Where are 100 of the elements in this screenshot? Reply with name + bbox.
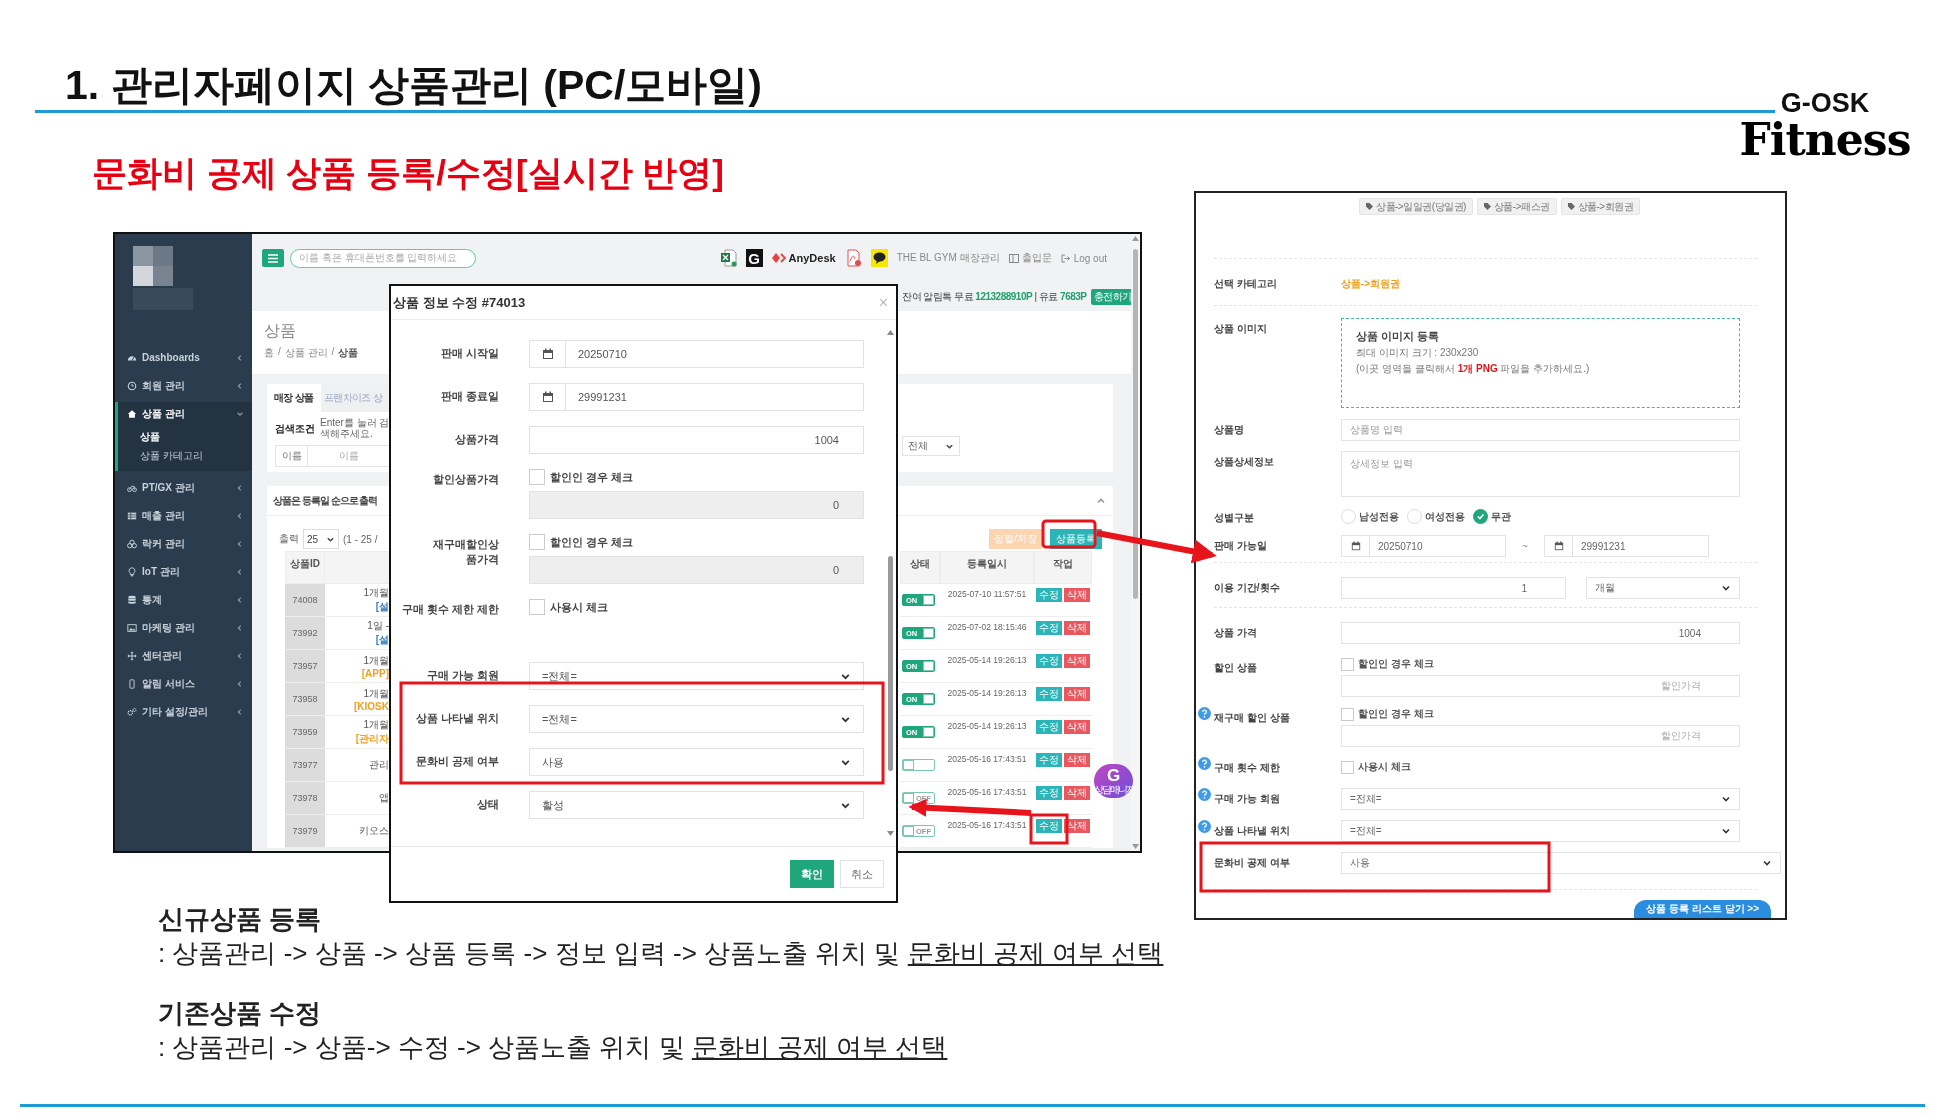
sidebar-item[interactable]: PT/GX 관리 (115, 476, 252, 499)
filter-select[interactable]: 전체 (902, 436, 960, 456)
sidebar-item[interactable]: 센터관리 (115, 644, 252, 667)
sidebar-item[interactable]: Dashboards (115, 346, 252, 369)
select-field[interactable]: =전체= (1341, 788, 1740, 811)
delete-button[interactable]: 삭제 (1064, 753, 1090, 767)
date-field[interactable]: 29991231 (529, 383, 864, 411)
select-field[interactable]: 사용 (1341, 852, 1781, 875)
scroll-down-icon[interactable] (886, 831, 894, 836)
radio-button[interactable] (1473, 509, 1488, 525)
edit-button[interactable]: 수정 (1036, 753, 1062, 767)
table-cell: 74008 (285, 584, 325, 617)
sidebar-item[interactable]: IoT 관리 (115, 560, 252, 583)
sidebar-subitem[interactable]: 상품 (140, 427, 252, 446)
date-field[interactable]: 20250710 (1341, 535, 1506, 558)
product-name-field[interactable]: 상품명 입력 (1341, 419, 1740, 442)
table-cell: 73978 (285, 782, 325, 815)
chevron-icon (236, 539, 244, 548)
spreadsheet-icon[interactable] (719, 249, 737, 267)
select-field[interactable]: =전체= (1341, 820, 1740, 843)
help-icon[interactable] (1198, 820, 1211, 834)
table-cell: 73992 (285, 617, 325, 650)
category-chip[interactable]: 상품->회원권 (1560, 198, 1641, 215)
edit-button[interactable]: 수정 (1036, 786, 1062, 800)
note-text: : 상품관리 -> 상품-> 수정 -> 상품노출 위치 및 문화비 공제 여부 선택 (158, 1031, 949, 1064)
checkbox[interactable] (1341, 657, 1354, 671)
field-label: 구매 횟수 제한 제한 (400, 602, 499, 617)
edit-button[interactable]: 수정 (1036, 588, 1062, 602)
cancel-button[interactable]: 취소 (840, 860, 884, 888)
radio-option[interactable]: 남성전용 (1341, 509, 1399, 525)
close-list-button[interactable]: 상품 등록 리스트 닫기 >> (1634, 900, 1771, 918)
delete-button[interactable]: 삭제 (1064, 588, 1090, 602)
delete-button[interactable]: 삭제 (1064, 687, 1090, 701)
menu-button[interactable] (262, 249, 284, 267)
logout-link[interactable]: Log out (1060, 252, 1107, 264)
edit-button[interactable]: 수정 (1036, 687, 1062, 701)
select-field[interactable]: 활성 (529, 791, 864, 819)
document-icon[interactable] (844, 249, 862, 267)
status-toggle[interactable] (902, 759, 935, 771)
edit-button[interactable]: 수정 (1036, 621, 1062, 635)
sidebar-item[interactable]: 마케팅 관리 (115, 616, 252, 639)
field-label: 구매 가능 회원 (425, 668, 499, 683)
delete-button[interactable]: 삭제 (1064, 621, 1090, 635)
delete-button[interactable]: 삭제 (1064, 786, 1090, 800)
help-icon[interactable] (1198, 788, 1211, 802)
scroll-down-icon[interactable] (1132, 844, 1139, 849)
breadcrumb-link[interactable]: 상품 관리 (284, 346, 328, 360)
category-chip[interactable]: 상품->패스권 (1476, 198, 1557, 215)
chevron-icon (236, 623, 244, 632)
checkbox-label: 할인인 경우 체크 (1358, 707, 1434, 722)
table-cell: 2025-05-14 19:26:13 (940, 683, 1034, 716)
sidebar-item[interactable]: 회원 관리 (115, 374, 252, 397)
help-icon[interactable] (1198, 707, 1211, 721)
page-size-select[interactable]: 25 (303, 529, 339, 549)
sidebar-item[interactable]: 기타 설정/관리 (115, 700, 252, 723)
edit-button[interactable]: 수정 (1036, 819, 1062, 833)
select-field[interactable]: =전체= (529, 705, 864, 733)
date-field[interactable]: 29991231 (1544, 535, 1709, 558)
range-separator: ~ (1521, 540, 1529, 552)
store-link[interactable]: THE BL GYM 매장관리 (896, 251, 1000, 265)
breadcrumb-link[interactable]: 홈 (264, 346, 274, 360)
sidebar-subitem[interactable]: 상품 카테고리 (140, 446, 252, 465)
date-field[interactable]: 20250710 (529, 340, 864, 368)
period-field[interactable]: 1 (1341, 577, 1566, 600)
checkbox[interactable] (529, 599, 545, 615)
sidebar-item[interactable]: 매출 관리 (115, 504, 252, 527)
edit-button[interactable]: 수정 (1036, 654, 1062, 668)
anydesk-link[interactable]: AnyDesk (771, 252, 836, 264)
help-icon[interactable] (1198, 757, 1211, 771)
unit-select[interactable]: 개월 (1586, 577, 1740, 600)
scroll-up-icon[interactable] (1132, 236, 1139, 241)
breadcrumb-link[interactable]: 상품 (338, 346, 359, 360)
page-title: 상품 (264, 321, 297, 341)
category-chip[interactable]: 상품->일일권(당일권) (1359, 198, 1473, 215)
slide-title: 1. 관리자페이지 상품관리 (PC/모바일) (65, 61, 763, 110)
chevron-icon (236, 483, 244, 492)
price-field[interactable]: 1004 (1341, 622, 1740, 645)
image-drop-zone[interactable]: 상품 이미지 등록 최대 이미지 크기 : 230x230 (이곳 영역을 클릭해서 1개 PNG 파일을 추가하세요.) (1341, 318, 1740, 409)
sidebar-item[interactable]: 락커 관리 (115, 532, 252, 555)
scroll-up-icon[interactable] (886, 330, 894, 335)
edit-button[interactable]: 수정 (1036, 720, 1062, 734)
delete-button[interactable]: 삭제 (1064, 720, 1090, 734)
confirm-button[interactable]: 확인 (790, 860, 834, 888)
door-link[interactable]: 출입문 (1008, 251, 1052, 265)
app-logo[interactable]: G (745, 249, 763, 267)
detail-textarea[interactable]: 상세정보 입력 (1341, 451, 1740, 498)
select-field[interactable]: 사용 (529, 748, 864, 776)
radio-option[interactable]: 여성전용 (1407, 509, 1465, 525)
checkbox[interactable] (1341, 760, 1354, 774)
delete-button[interactable]: 삭제 (1064, 654, 1090, 668)
calendar-icon (1553, 541, 1564, 552)
sidebar-item[interactable]: 상품 관리 (115, 402, 252, 425)
checkbox[interactable] (1341, 707, 1354, 721)
sidebar-item[interactable]: 알림 서비스 (115, 672, 252, 695)
chat-bubble-icon[interactable] (870, 249, 888, 267)
tab[interactable]: 매장 상품 (267, 384, 321, 412)
sidebar-item[interactable]: 통계 (115, 588, 252, 611)
price-field[interactable]: 1004 (529, 426, 864, 454)
radio-option[interactable]: 무관 (1473, 509, 1511, 525)
field-label: 구매 가능 회원 (1214, 792, 1281, 807)
